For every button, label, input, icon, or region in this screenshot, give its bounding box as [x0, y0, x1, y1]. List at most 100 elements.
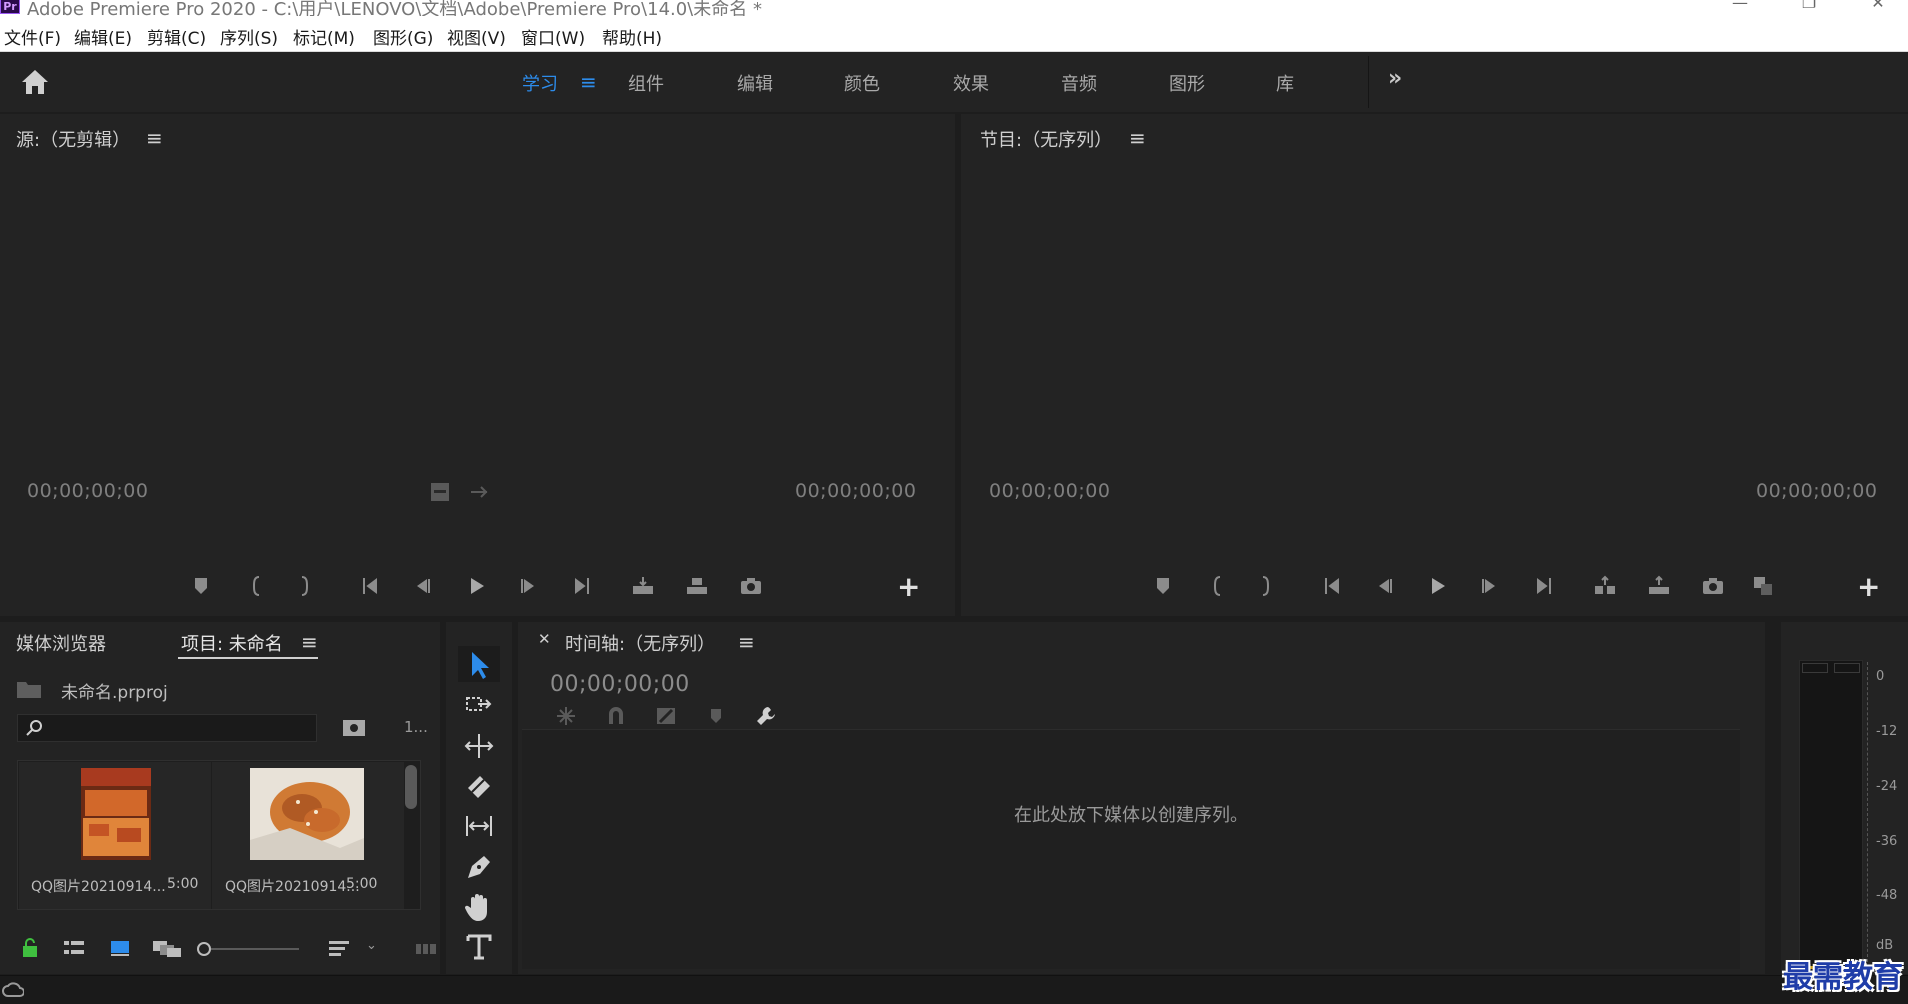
program-play-icon[interactable] — [1425, 574, 1449, 598]
menu-edit[interactable]: 编辑(E) — [74, 24, 132, 49]
freeform-view-icon[interactable] — [152, 936, 182, 960]
mark-in-icon[interactable] — [245, 574, 269, 598]
sort-icons-icon[interactable] — [327, 936, 351, 960]
slip-tool-icon[interactable] — [458, 808, 500, 844]
workspace-tab-color[interactable]: 颜色 — [844, 70, 880, 96]
overwrite-icon[interactable] — [685, 574, 709, 598]
list-view-icon[interactable] — [62, 936, 86, 960]
nest-icon[interactable] — [554, 704, 578, 728]
zoom-slider-handle[interactable] — [197, 942, 211, 956]
program-go-to-out-icon[interactable] — [1530, 574, 1554, 598]
program-export-frame-icon[interactable] — [1701, 574, 1725, 598]
source-button-editor-icon[interactable]: + — [897, 570, 920, 603]
program-go-to-in-icon[interactable] — [1322, 574, 1346, 598]
snap-icon[interactable] — [604, 704, 628, 728]
program-button-editor-icon[interactable]: + — [1857, 570, 1880, 603]
bin-scrollbar[interactable] — [405, 765, 417, 809]
project-item[interactable]: QQ图片20210914... 5:00 — [212, 762, 404, 909]
menu-help[interactable]: 帮助(H) — [602, 24, 662, 49]
title-bar: Pr Adobe Premiere Pro 2020 - C:\用户\LENOV… — [0, 0, 1908, 16]
timeline-drop-area[interactable]: 在此处放下媒体以创建序列。 — [522, 729, 1740, 969]
workspace-tab-audio[interactable]: 音频 — [1061, 70, 1097, 96]
home-icon[interactable] — [20, 68, 50, 96]
tab-project[interactable]: 项目: 未命名 — [181, 630, 283, 656]
lift-icon[interactable] — [1593, 574, 1617, 598]
menu-view[interactable]: 视图(V) — [447, 24, 506, 49]
menu-clip[interactable]: 剪辑(C) — [147, 24, 206, 49]
extract-icon[interactable] — [1647, 574, 1671, 598]
folder-up-icon[interactable] — [16, 679, 42, 699]
menu-window[interactable]: 窗口(W) — [521, 24, 585, 49]
sort-dropdown-icon[interactable]: ⌄ — [366, 938, 377, 953]
menu-file[interactable]: 文件(F) — [4, 24, 61, 49]
step-forward-icon[interactable] — [516, 574, 540, 598]
menu-marker[interactable]: 标记(M) — [293, 24, 355, 49]
mark-out-icon[interactable] — [292, 574, 316, 598]
program-add-marker-icon[interactable] — [1151, 574, 1175, 598]
icon-view-icon[interactable] — [108, 936, 132, 960]
go-to-in-icon[interactable] — [360, 574, 384, 598]
linked-selection-icon[interactable] — [654, 704, 678, 728]
pen-tool-icon[interactable] — [458, 848, 500, 884]
workspace-tab-libraries[interactable]: 库 — [1276, 70, 1294, 96]
find-folder-icon[interactable] — [342, 716, 366, 738]
workspace-tab-editing[interactable]: 编辑 — [737, 70, 773, 96]
workspace-more-icon[interactable]: » — [1388, 66, 1402, 91]
meter-scale-label: -36 — [1876, 834, 1898, 849]
creative-cloud-icon[interactable] — [2, 981, 25, 999]
menu-graphics[interactable]: 图形(G) — [373, 24, 433, 49]
workspace-tab-learn[interactable]: 学习 — [522, 70, 558, 96]
export-frame-icon[interactable] — [739, 574, 763, 598]
selection-tool-icon[interactable] — [458, 646, 500, 682]
timeline-panel-menu-icon[interactable]: ≡ — [738, 630, 755, 654]
project-item[interactable]: QQ图片20210914... 5:00 — [19, 762, 211, 909]
meter-scale-label: dB — [1876, 938, 1894, 953]
meter-peak-left[interactable] — [1802, 663, 1828, 673]
comparison-view-icon[interactable] — [1751, 574, 1775, 598]
add-marker-icon[interactable] — [189, 574, 213, 598]
project-search-input[interactable] — [17, 714, 317, 742]
program-monitor-panel: 节目:（无序列） ≡ 00;00;00;00 00;00;00;00 + — [961, 114, 1908, 616]
fit-icon[interactable] — [428, 480, 452, 504]
clip-duration: 5:00 — [167, 876, 199, 892]
timeline-timecode[interactable]: 00;00;00;00 — [550, 672, 690, 697]
hand-tool-icon[interactable] — [458, 888, 500, 924]
workspace-divider — [1368, 56, 1369, 108]
source-timecode-current[interactable]: 00;00;00;00 — [27, 480, 148, 502]
restore-icon[interactable]: ❐ — [1786, 0, 1832, 13]
program-step-forward-icon[interactable] — [1477, 574, 1501, 598]
type-tool-icon[interactable] — [458, 928, 500, 964]
razor-tool-icon[interactable] — [458, 768, 500, 804]
step-back-icon[interactable] — [411, 574, 435, 598]
program-mark-out-icon[interactable] — [1253, 574, 1277, 598]
clip-duration: 5:00 — [346, 876, 378, 892]
timeline-settings-wrench-icon[interactable] — [754, 704, 778, 728]
source-panel-menu-icon[interactable]: ≡ — [146, 126, 163, 150]
tab-media-browser[interactable]: 媒体浏览器 — [16, 630, 106, 656]
track-select-tool-icon[interactable] — [458, 687, 500, 723]
workspace-tab-assembly[interactable]: 组件 — [628, 70, 664, 96]
go-to-out-icon[interactable] — [568, 574, 592, 598]
program-panel-menu-icon[interactable]: ≡ — [1129, 126, 1146, 150]
program-step-back-icon[interactable] — [1373, 574, 1397, 598]
program-mark-in-icon[interactable] — [1206, 574, 1230, 598]
timeline-add-marker-icon[interactable] — [704, 704, 728, 728]
lock-icon[interactable] — [18, 936, 42, 960]
play-icon[interactable] — [464, 574, 488, 598]
workspace-tab-graphics[interactable]: 图形 — [1169, 70, 1205, 96]
meter-peak-right[interactable] — [1834, 663, 1860, 673]
program-timecode-current[interactable]: 00;00;00;00 — [989, 480, 1110, 502]
zoom-slider-track[interactable] — [211, 948, 299, 950]
workspace-menu-icon[interactable]: ≡ — [580, 70, 597, 94]
timeline-close-icon[interactable]: ✕ — [538, 630, 551, 648]
close-icon[interactable]: ✕ — [1855, 0, 1901, 13]
workspace-tab-effects[interactable]: 效果 — [953, 70, 989, 96]
audio-meter-panel — [1781, 622, 1908, 974]
insert-icon[interactable] — [631, 574, 655, 598]
project-panel-menu-icon[interactable]: ≡ — [301, 630, 318, 654]
automate-to-sequence-icon[interactable] — [414, 936, 438, 960]
ripple-edit-tool-icon[interactable] — [458, 728, 500, 764]
drag-video-icon[interactable] — [467, 480, 491, 504]
minimize-icon[interactable]: — — [1717, 0, 1763, 13]
menu-sequence[interactable]: 序列(S) — [220, 24, 278, 49]
